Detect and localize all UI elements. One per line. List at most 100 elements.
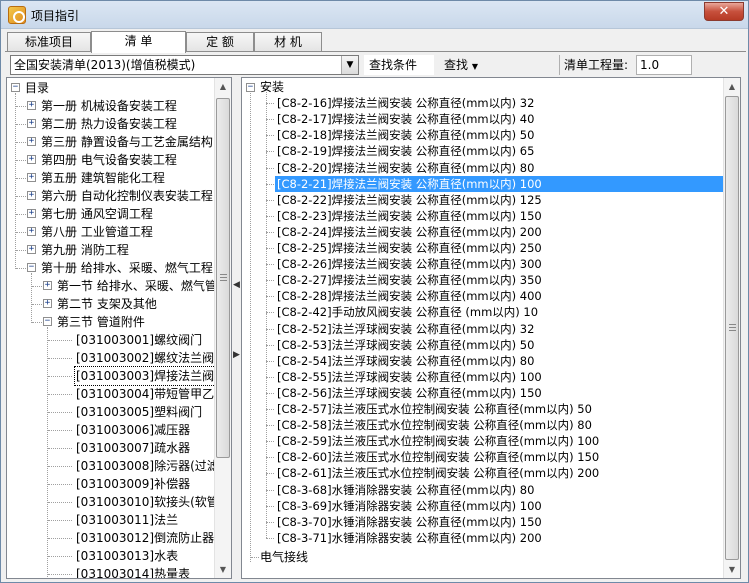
plus-box-icon[interactable]: + — [43, 299, 52, 308]
plus-box-icon[interactable]: + — [27, 101, 36, 110]
list-item[interactable]: [C8-3-71]水锤消除器安装 公称直径(mm以内) 200 — [277, 530, 542, 546]
plus-box-icon[interactable]: + — [27, 191, 36, 200]
list-item[interactable]: [C8-2-19]焊接法兰阀安装 公称直径(mm以内) 65 — [277, 143, 534, 159]
list-item[interactable]: [C8-2-42]手动放风阀安装 公称直径 (mm以内) 10 — [277, 304, 538, 320]
panel-splitter[interactable]: ◀ ▶ — [232, 77, 241, 579]
list-item[interactable]: [C8-2-58]法兰液压式水位控制阀安装 公称直径(mm以内) 80 — [277, 417, 592, 433]
list-item[interactable]: [C8-2-17]焊接法兰阀安装 公称直径(mm以内) 40 — [277, 111, 534, 127]
tree-guide-line — [266, 296, 267, 312]
tree-item[interactable]: [031003004]带短管甲乙阀门 — [75, 385, 231, 403]
list-item[interactable]: [C8-2-55]法兰浮球阀安装 公称直径(mm以内) 100 — [277, 369, 542, 385]
tree-book[interactable]: 第四册 电气设备安装工程 — [41, 151, 177, 169]
list-item[interactable]: [C8-2-27]焊接法兰阀安装 公称直径(mm以内) 350 — [277, 272, 542, 288]
scroll-down-icon[interactable]: ▼ — [724, 561, 740, 578]
tree-scrollbar[interactable]: ▲ ▼ — [214, 78, 231, 578]
tree-book[interactable]: 第一册 机械设备安装工程 — [41, 97, 177, 115]
plus-box-icon[interactable]: + — [27, 173, 36, 182]
tree-root[interactable]: 目录 — [25, 79, 49, 97]
list-scroll-thumb[interactable] — [725, 96, 739, 560]
scroll-up-icon[interactable]: ▲ — [215, 78, 231, 95]
tree-section[interactable]: 第三节 管道附件 — [57, 313, 145, 331]
tree-item[interactable]: [031003001]螺纹阀门 — [75, 331, 203, 349]
plus-box-icon[interactable]: + — [27, 227, 36, 236]
tree-book[interactable]: 第六册 自动化控制仪表安装工程 — [41, 187, 213, 205]
minus-box-icon[interactable]: − — [27, 263, 36, 272]
tree-item[interactable]: [031003010]软接头(软管) — [75, 493, 224, 511]
tree-item[interactable]: [031003006]减压器 — [75, 421, 191, 439]
tree-book[interactable]: 第七册 通风空调工程 — [41, 205, 153, 223]
list-item[interactable]: [C8-2-28]焊接法兰阀安装 公称直径(mm以内) 400 — [277, 288, 542, 304]
tree-section[interactable]: 第二节 支架及其他 — [57, 295, 157, 313]
list-item[interactable]: [C8-3-69]水锤消除器安装 公称直径(mm以内) 100 — [277, 498, 542, 514]
close-button[interactable]: ✕ — [704, 2, 744, 21]
list-scrollbar[interactable]: ▲ ▼ — [723, 78, 740, 578]
list-item[interactable]: [C8-2-56]法兰浮球阀安装 公称直径(mm以内) 150 — [277, 385, 542, 401]
list-group-electrical[interactable]: 电气接线 — [260, 549, 308, 565]
list-item[interactable]: [C8-2-23]焊接法兰阀安装 公称直径(mm以内) 150 — [277, 208, 542, 224]
expand-right-icon[interactable]: ▶ — [233, 350, 240, 360]
list-item[interactable]: [C8-2-60]法兰液压式水位控制阀安装 公称直径(mm以内) 150 — [277, 449, 599, 465]
tree-book[interactable]: 第八册 工业管道工程 — [41, 223, 153, 241]
plus-box-icon[interactable]: + — [27, 155, 36, 164]
plus-box-icon[interactable]: + — [43, 281, 52, 290]
tree-item[interactable]: [031003002]螺纹法兰阀门 — [75, 349, 227, 367]
tree-book[interactable]: 第九册 消防工程 — [41, 241, 129, 259]
list-item[interactable]: [C8-2-57]法兰液压式水位控制阀安装 公称直径(mm以内) 50 — [277, 401, 592, 417]
quantity-input[interactable]: 1.0 — [636, 55, 692, 75]
list-item[interactable]: [C8-2-22]焊接法兰阀安装 公称直径(mm以内) 125 — [277, 192, 542, 208]
tab-standard-items[interactable]: 标准项目 — [7, 32, 91, 52]
tree-guide-line — [266, 184, 274, 185]
find-button[interactable]: 查找 ▼ — [441, 55, 487, 75]
find-conditions-field[interactable]: 查找条件 — [364, 55, 434, 75]
plus-box-icon[interactable]: + — [27, 119, 36, 128]
chevron-down-icon[interactable]: ▼ — [341, 56, 358, 74]
tree-book[interactable]: 第十册 给排水、采暖、燃气工程 — [41, 259, 213, 277]
tree-book[interactable]: 第三册 静置设备与工艺金属结构 — [41, 133, 213, 151]
tree-book[interactable]: 第二册 热力设备安装工程 — [41, 115, 177, 133]
tab-quota[interactable]: 定 额 — [186, 32, 254, 52]
list-item[interactable]: [C8-2-54]法兰浮球阀安装 公称直径(mm以内) 80 — [277, 353, 534, 369]
list-item-selected[interactable]: [C8-2-21]焊接法兰阀安装 公称直径(mm以内) 100 — [275, 176, 723, 192]
tree-item[interactable]: [031003012]倒流防止器 — [75, 529, 215, 547]
plus-box-icon[interactable]: + — [27, 137, 36, 146]
list-item[interactable]: [C8-2-52]法兰浮球阀安装 公称直径(mm以内) 32 — [277, 321, 534, 337]
minus-box-icon[interactable]: − — [246, 83, 255, 92]
tree-item[interactable]: [031003003]焊接法兰阀门 — [73, 366, 229, 386]
minus-box-icon[interactable]: − — [11, 83, 20, 92]
list-group[interactable]: 安装 — [260, 78, 284, 96]
tab-bill-list[interactable]: 清 单 — [91, 31, 186, 53]
tree-guide-line — [251, 557, 259, 558]
tree-item[interactable]: [031003011]法兰 — [75, 511, 179, 529]
tree-item[interactable]: [031003008]除污器(过滤器) — [75, 457, 231, 475]
list-item[interactable]: [C8-2-20]焊接法兰阀安装 公称直径(mm以内) 80 — [277, 160, 534, 176]
tree-item[interactable]: [031003009]补偿器 — [75, 475, 191, 493]
scroll-up-icon[interactable]: ▲ — [724, 78, 740, 95]
tree-item[interactable]: [031003005]塑料阀门 — [75, 403, 203, 421]
list-item[interactable]: [C8-3-68]水锤消除器安装 公称直径(mm以内) 80 — [277, 482, 534, 498]
tree-scroll-thumb[interactable] — [216, 98, 230, 458]
list-item[interactable]: [C8-2-53]法兰浮球阀安装 公称直径(mm以内) 50 — [277, 337, 534, 353]
list-item[interactable]: [C8-2-59]法兰液压式水位控制阀安装 公称直径(mm以内) 100 — [277, 433, 599, 449]
plus-box-icon[interactable]: + — [27, 209, 36, 218]
list-item[interactable]: [C8-2-16]焊接法兰阀安装 公称直径(mm以内) 32 — [277, 95, 534, 111]
minus-box-icon[interactable]: − — [43, 317, 52, 326]
toolbar: 全国安装清单(2013)(增值税模式) ▼ 查找条件 查找 ▼ 清单工程量: 1… — [5, 52, 746, 77]
scroll-down-icon[interactable]: ▼ — [215, 561, 231, 578]
tree-section[interactable]: 第一节 给排水、采暖、燃气管道 — [57, 277, 229, 295]
list-item[interactable]: [C8-2-61]法兰液压式水位控制阀安装 公称直径(mm以内) 200 — [277, 465, 599, 481]
tree-guide-line — [266, 232, 267, 248]
tree-item[interactable]: [031003014]热量表 — [75, 565, 191, 578]
tree-item[interactable]: [031003007]疏水器 — [75, 439, 191, 457]
library-select[interactable]: 全国安装清单(2013)(增值税模式) ▼ — [10, 55, 359, 75]
list-item[interactable]: [C8-3-70]水锤消除器安装 公称直径(mm以内) 150 — [277, 514, 542, 530]
tab-materials[interactable]: 材 机 — [254, 32, 322, 52]
list-item[interactable]: [C8-2-18]焊接法兰阀安装 公称直径(mm以内) 50 — [277, 127, 534, 143]
list-item[interactable]: [C8-2-24]焊接法兰阀安装 公称直径(mm以内) 200 — [277, 224, 542, 240]
plus-box-icon[interactable]: + — [27, 245, 36, 254]
tree-book[interactable]: 第五册 建筑智能化工程 — [41, 169, 165, 187]
tree-item[interactable]: [031003013]水表 — [75, 547, 179, 565]
tree-guide-line — [266, 280, 267, 296]
list-item[interactable]: [C8-2-26]焊接法兰阀安装 公称直径(mm以内) 300 — [277, 256, 542, 272]
collapse-left-icon[interactable]: ◀ — [233, 280, 240, 290]
list-item[interactable]: [C8-2-25]焊接法兰阀安装 公称直径(mm以内) 250 — [277, 240, 542, 256]
